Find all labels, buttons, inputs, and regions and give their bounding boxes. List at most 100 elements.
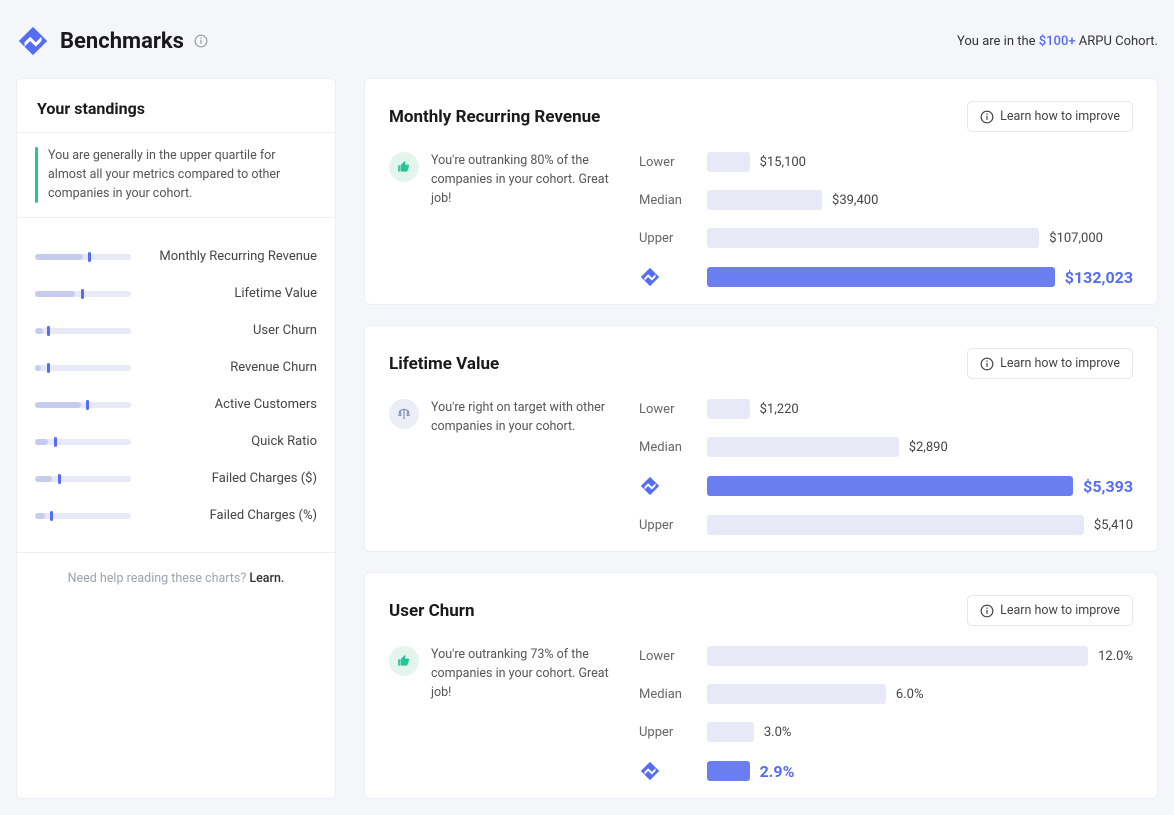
bar-track <box>707 684 886 704</box>
metric-label: Active Customers <box>147 397 317 412</box>
you-logo-icon <box>639 266 693 288</box>
benchmark-panel: User Churn Learn how to improve You're o… <box>364 572 1158 799</box>
metric-track <box>35 365 131 371</box>
bar-row: Median 6.0% <box>639 684 1133 704</box>
metric-track <box>35 328 131 334</box>
metric-label: Monthly Recurring Revenue <box>147 249 317 264</box>
sidebar-metric[interactable]: Monthly Recurring Revenue <box>35 238 317 275</box>
sidebar-metric[interactable]: Active Customers <box>35 386 317 423</box>
bar-row: Lower $1,220 <box>639 399 1133 419</box>
bar-label: Median <box>639 440 693 455</box>
bar-track <box>707 152 750 172</box>
sidebar-metric[interactable]: Lifetime Value <box>35 275 317 312</box>
metric-marker <box>81 289 84 299</box>
bar-label: Upper <box>639 725 693 740</box>
metric-label: Revenue Churn <box>147 360 317 375</box>
info-icon <box>980 604 994 618</box>
learn-label: Learn how to improve <box>1000 603 1120 618</box>
status-column: You're right on target with other compan… <box>389 399 619 535</box>
scale-icon <box>389 399 419 429</box>
metric-fill <box>35 254 83 260</box>
sidebar-metric[interactable]: Revenue Churn <box>35 349 317 386</box>
bar-wrap: $15,100 <box>707 152 1133 172</box>
metric-label: Lifetime Value <box>147 286 317 301</box>
bar-row: Upper 3.0% <box>639 722 1133 742</box>
help-prefix: Need help reading these charts? <box>68 571 250 586</box>
metric-track <box>35 439 131 445</box>
bar-value: $15,100 <box>760 155 806 170</box>
bar-value: $107,000 <box>1049 231 1103 246</box>
learn-label: Learn how to improve <box>1000 356 1120 371</box>
bar-row: Upper $5,410 <box>639 515 1133 535</box>
cohort-prefix: You are in the <box>957 34 1039 49</box>
bar-track <box>707 267 1055 287</box>
bar-wrap: $1,220 <box>707 399 1133 419</box>
bar-wrap: $2,890 <box>707 437 1133 457</box>
bar-wrap: $39,400 <box>707 190 1133 210</box>
header: Benchmarks You are in the $100+ ARPU Coh… <box>16 16 1158 78</box>
sidebar-metric[interactable]: Failed Charges ($) <box>35 460 317 497</box>
sidebar-metrics: Monthly Recurring Revenue Lifetime Value… <box>17 218 335 544</box>
status-column: You're outranking 80% of the companies i… <box>389 152 619 288</box>
header-left: Benchmarks <box>16 24 208 58</box>
panel-head: Monthly Recurring Revenue Learn how to i… <box>389 101 1133 132</box>
bar-value: $5,410 <box>1094 518 1133 533</box>
metric-fill <box>35 328 43 334</box>
you-logo-icon <box>639 475 693 497</box>
bar-row: Median $39,400 <box>639 190 1133 210</box>
learn-improve-button[interactable]: Learn how to improve <box>967 101 1133 132</box>
bar-value: 6.0% <box>896 687 924 702</box>
bar-row: Upper $107,000 <box>639 228 1133 248</box>
learn-improve-button[interactable]: Learn how to improve <box>967 348 1133 379</box>
bar-value: $5,393 <box>1083 477 1133 496</box>
panel-body: You're right on target with other compan… <box>389 399 1133 535</box>
bar-label: Lower <box>639 402 693 417</box>
cohort-value[interactable]: $100+ <box>1039 34 1076 49</box>
bars-column: Lower $1,220 Median $2,890 $5,393 Upper … <box>639 399 1133 535</box>
metric-track <box>35 513 131 519</box>
bar-wrap: $107,000 <box>707 228 1133 248</box>
learn-label: Learn how to improve <box>1000 109 1120 124</box>
bar-row: Lower $15,100 <box>639 152 1133 172</box>
sidebar-metric[interactable]: Quick Ratio <box>35 423 317 460</box>
bar-row: $5,393 <box>639 475 1133 497</box>
bar-row: Lower 12.0% <box>639 646 1133 666</box>
bar-track <box>707 228 1039 248</box>
status-text: You're outranking 73% of the companies i… <box>431 646 619 702</box>
metric-marker <box>58 474 61 484</box>
benchmark-panel: Lifetime Value Learn how to improve You'… <box>364 325 1158 552</box>
learn-link[interactable]: Learn. <box>249 571 284 586</box>
panel-body: You're outranking 80% of the companies i… <box>389 152 1133 288</box>
bars-column: Lower 12.0% Median 6.0% Upper 3.0% 2.9% <box>639 646 1133 782</box>
metric-label: Failed Charges ($) <box>147 471 317 486</box>
sidebar-metric[interactable]: User Churn <box>35 312 317 349</box>
metric-label: Failed Charges (%) <box>147 508 317 523</box>
bar-row: $132,023 <box>639 266 1133 288</box>
metric-fill <box>35 402 81 408</box>
metric-marker <box>54 437 57 447</box>
info-icon[interactable] <box>194 34 208 48</box>
learn-improve-button[interactable]: Learn how to improve <box>967 595 1133 626</box>
bar-track <box>707 646 1088 666</box>
panel-head: Lifetime Value Learn how to improve <box>389 348 1133 379</box>
bar-wrap: $5,410 <box>707 515 1133 535</box>
sidebar-metric[interactable]: Failed Charges (%) <box>35 497 317 534</box>
bar-label: Median <box>639 687 693 702</box>
metric-marker <box>47 326 50 336</box>
sidebar-title: Your standings <box>17 79 335 132</box>
metric-label: Quick Ratio <box>147 434 317 449</box>
bar-track <box>707 476 1073 496</box>
page-title: Benchmarks <box>60 29 184 54</box>
benchmark-panel: Monthly Recurring Revenue Learn how to i… <box>364 78 1158 305</box>
bar-wrap: $132,023 <box>707 267 1133 287</box>
cohort-suffix: ARPU Cohort. <box>1076 34 1158 49</box>
banner-text: You are generally in the upper quartile … <box>48 147 317 203</box>
bar-label: Upper <box>639 231 693 246</box>
panel-title: User Churn <box>389 601 475 621</box>
metric-marker <box>86 400 89 410</box>
panel-head: User Churn Learn how to improve <box>389 595 1133 626</box>
metric-fill <box>35 513 45 519</box>
metric-marker <box>50 511 53 521</box>
metric-track <box>35 402 131 408</box>
banner-accent <box>35 147 38 203</box>
